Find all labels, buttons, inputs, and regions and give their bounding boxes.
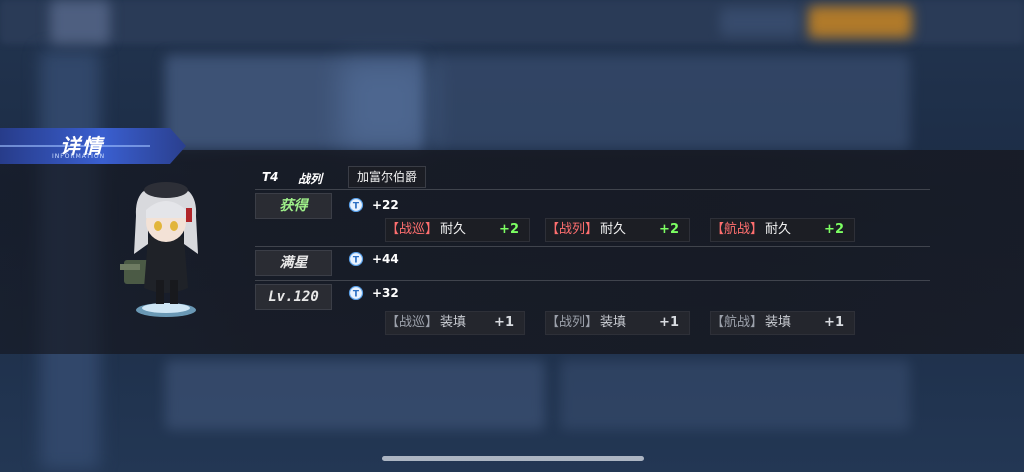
background-back-button — [50, 0, 110, 44]
max-star-tech-value: +44 — [372, 252, 399, 266]
home-indicator[interactable] — [382, 456, 644, 461]
obtain-bonus-1: 【战巡】 耐久 +2 — [385, 218, 530, 242]
tech-point-icon: T — [348, 286, 364, 300]
background-button — [808, 6, 912, 38]
tech-point-icon: T — [348, 198, 364, 212]
background-button — [720, 8, 800, 36]
svg-text:T: T — [353, 202, 360, 212]
svg-text:T: T — [353, 290, 360, 300]
max-star-tech-points: T +44 — [348, 252, 399, 266]
level-label: Lv.120 — [255, 284, 332, 310]
obtain-tech-points: T +22 — [348, 198, 399, 212]
svg-text:T: T — [353, 256, 360, 266]
obtain-tech-value: +22 — [372, 198, 399, 212]
level-bonus-3: 【航战】 装填 +1 — [710, 311, 855, 335]
background-card — [430, 55, 910, 150]
detail-header: 详情 INFORMATION — [0, 128, 186, 164]
obtain-label: 获得 — [255, 193, 332, 219]
max-star-label: 满星 — [255, 250, 332, 276]
level-bonus-1: 【战巡】 装填 +1 — [385, 311, 525, 335]
level-bonus-2: 【战列】 装填 +1 — [545, 311, 690, 335]
character-portrait — [120, 182, 198, 317]
obtain-bonus-3: 【航战】 耐久 +2 — [710, 218, 855, 242]
obtain-bonus-2: 【战列】 耐久 +2 — [545, 218, 690, 242]
row-divider — [255, 246, 930, 247]
ship-name: 加富尔伯爵 — [348, 166, 426, 188]
ship-tier: T4 — [262, 170, 279, 184]
level-tech-value: +32 — [372, 286, 399, 300]
background-card — [165, 360, 545, 430]
tech-point-icon: T — [348, 252, 364, 266]
header-subtitle: INFORMATION — [52, 153, 106, 160]
row-divider — [255, 280, 930, 281]
ship-type: 战列 — [298, 172, 323, 186]
level-tech-points: T +32 — [348, 286, 399, 300]
row-divider — [255, 189, 930, 190]
background-card — [560, 360, 910, 430]
background-glow — [340, 60, 430, 150]
